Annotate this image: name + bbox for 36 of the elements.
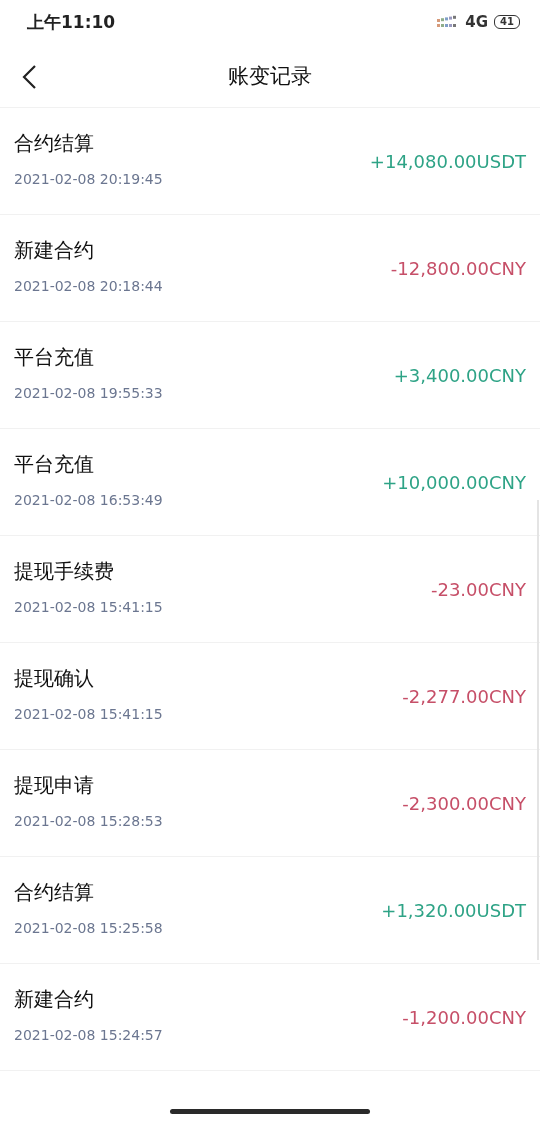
- record-amount: -2,277.00CNY: [402, 685, 526, 707]
- record-amount: -2,300.00CNY: [402, 792, 526, 814]
- record-row[interactable]: 平台充值 2021-02-08 19:55:33 +3,400.00CNY: [0, 322, 540, 429]
- record-amount: +1,320.00USDT: [381, 899, 526, 921]
- record-title: 合约结算: [14, 878, 95, 906]
- record-time: 2021-02-08 15:41:15: [14, 705, 163, 722]
- record-row[interactable]: 合约结算 2021-02-08 20:19:45 +14,080.00USDT: [0, 108, 540, 215]
- record-title: 提现手续费: [14, 557, 115, 585]
- record-row[interactable]: 新建合约 2021-02-08 20:18:44 -12,800.00CNY: [0, 215, 540, 322]
- record-title: 合约结算: [14, 129, 95, 157]
- status-time: 上午11:10: [27, 10, 116, 34]
- record-time: 2021-02-08 19:55:33: [14, 384, 163, 401]
- record-amount: -1,200.00CNY: [402, 1006, 526, 1028]
- record-amount: +3,400.00CNY: [393, 364, 526, 386]
- record-time: 2021-02-08 20:19:45: [14, 170, 163, 187]
- network-label: 4G: [465, 13, 489, 31]
- record-title: 新建合约: [14, 236, 95, 264]
- record-title: 平台充值: [14, 343, 95, 371]
- record-title: 提现确认: [14, 664, 95, 692]
- page-title: 账变记录: [228, 62, 312, 90]
- record-amount: -23.00CNY: [430, 578, 526, 600]
- record-time: 2021-02-08 20:18:44: [14, 277, 163, 294]
- record-amount: -12,800.00CNY: [390, 257, 526, 279]
- battery-icon: 41: [494, 15, 520, 29]
- record-title: 新建合约: [14, 985, 95, 1013]
- record-amount: +10,000.00CNY: [382, 471, 526, 493]
- record-title: 提现申请: [14, 771, 95, 799]
- record-title: 平台充值: [14, 450, 95, 478]
- record-time: 2021-02-08 15:28:53: [14, 812, 163, 829]
- record-time: 2021-02-08 15:25:58: [14, 919, 163, 936]
- record-time: 2021-02-08 15:41:15: [14, 598, 163, 615]
- back-icon[interactable]: [20, 64, 38, 90]
- record-time: 2021-02-08 16:53:49: [14, 491, 163, 508]
- record-time: 2021-02-08 15:24:57: [14, 1026, 163, 1043]
- record-row[interactable]: 新建合约 2021-02-08 15:24:57 -1,200.00CNY: [0, 964, 540, 1071]
- record-amount: +14,080.00USDT: [369, 150, 526, 172]
